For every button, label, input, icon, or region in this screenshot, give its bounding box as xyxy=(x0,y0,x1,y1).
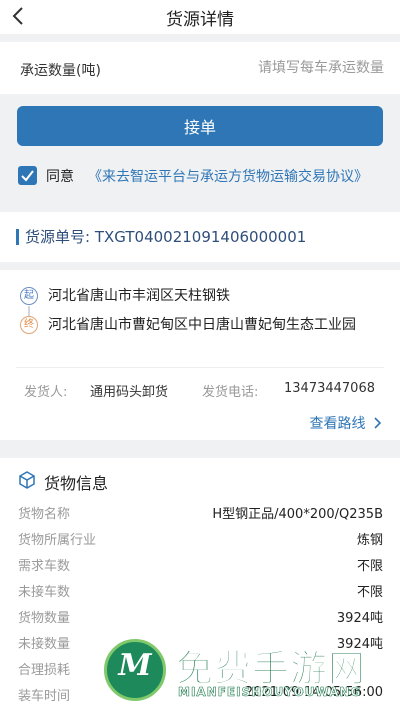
goods-value: 3924吨 xyxy=(336,611,383,626)
phone-label: 发货电话: xyxy=(202,385,259,400)
goods-label: 未接数量 xyxy=(18,637,71,652)
goods-value: 不限 xyxy=(356,559,383,574)
watermark-text: 免费手游网 xyxy=(176,647,366,691)
end-address: 河北省唐山市曹妃甸区中日唐山曹妃甸生态工业园 xyxy=(48,317,356,333)
order-value: TXGT040021091406000001 xyxy=(94,228,307,246)
watermark-subtext: MIANFEISHOUYOUWANG xyxy=(178,685,362,700)
goods-value: 不限 xyxy=(356,585,383,600)
chevron-right-icon xyxy=(374,417,382,429)
goods-label: 装车时间 xyxy=(18,689,71,704)
order-number-card: 货源单号: TXGT040021091406000001 xyxy=(0,212,400,262)
goods-label: 需求车数 xyxy=(18,559,71,574)
route-card: 起 终 河北省唐山市丰润区天柱钢铁 河北省唐山市曹妃甸区中日唐山曹妃甸生态工业园… xyxy=(0,270,400,440)
top-bar: 货源详情 xyxy=(0,0,400,34)
agreement-prefix: 同意 xyxy=(46,169,74,185)
goods-row: 未接车数 不限 xyxy=(0,578,400,604)
goods-label: 合理损耗 xyxy=(18,663,71,678)
goods-row: 货物数量 3924吨 xyxy=(0,604,400,630)
order-number: 货源单号: TXGT040021091406000001 xyxy=(25,226,306,247)
page-title: 货源详情 xyxy=(166,10,234,30)
goods-row: 货物所属行业 炼钢 xyxy=(0,526,400,552)
goods-label: 未接车数 xyxy=(18,585,71,600)
quantity-input[interactable] xyxy=(184,56,384,80)
agreement-link[interactable]: 《来去智运平台与承运方货物运输交易协议》 xyxy=(88,166,368,186)
phone-value[interactable]: 13473447068 xyxy=(284,381,375,396)
divider xyxy=(16,367,384,368)
order-label: 货源单号: xyxy=(25,228,91,246)
package-icon xyxy=(19,471,35,489)
start-address: 河北省唐山市丰润区天柱钢铁 xyxy=(48,288,230,304)
goods-row: 货物名称 H型钢正品/400*200/Q235B xyxy=(0,500,400,526)
agreement-row: 同意 《来去智运平台与承运方货物运输交易协议》 xyxy=(18,164,388,186)
route-connector xyxy=(28,306,30,316)
goods-row: 需求车数 不限 xyxy=(0,552,400,578)
view-route-link[interactable]: 查看路线 xyxy=(310,413,384,433)
checkmark-icon xyxy=(21,170,34,182)
shipper-label: 发货人: xyxy=(24,385,68,400)
goods-label: 货物名称 xyxy=(18,507,71,522)
start-badge: 起 xyxy=(20,287,38,305)
quantity-row: 承运数量(吨) xyxy=(0,42,400,94)
goods-value: 炼钢 xyxy=(356,533,383,548)
watermark-logo-letter: M xyxy=(118,648,152,683)
end-badge: 终 xyxy=(20,316,38,334)
accent-bar xyxy=(16,229,19,245)
goods-title: 货物信息 xyxy=(44,474,109,493)
watermark: M 免费手游网 MIANFEISHOUYOUWANG xyxy=(104,634,400,711)
view-route-label: 查看路线 xyxy=(309,416,366,432)
goods-label: 货物所属行业 xyxy=(18,533,97,548)
shipper-value: 通用码头卸货 xyxy=(90,385,169,400)
goods-label: 货物数量 xyxy=(18,611,71,626)
accept-order-button[interactable]: 接单 xyxy=(17,106,383,146)
quantity-label: 承运数量(吨) xyxy=(20,63,101,79)
goods-value: H型钢正品/400*200/Q235B xyxy=(212,507,383,522)
agreement-checkbox[interactable] xyxy=(18,166,37,185)
